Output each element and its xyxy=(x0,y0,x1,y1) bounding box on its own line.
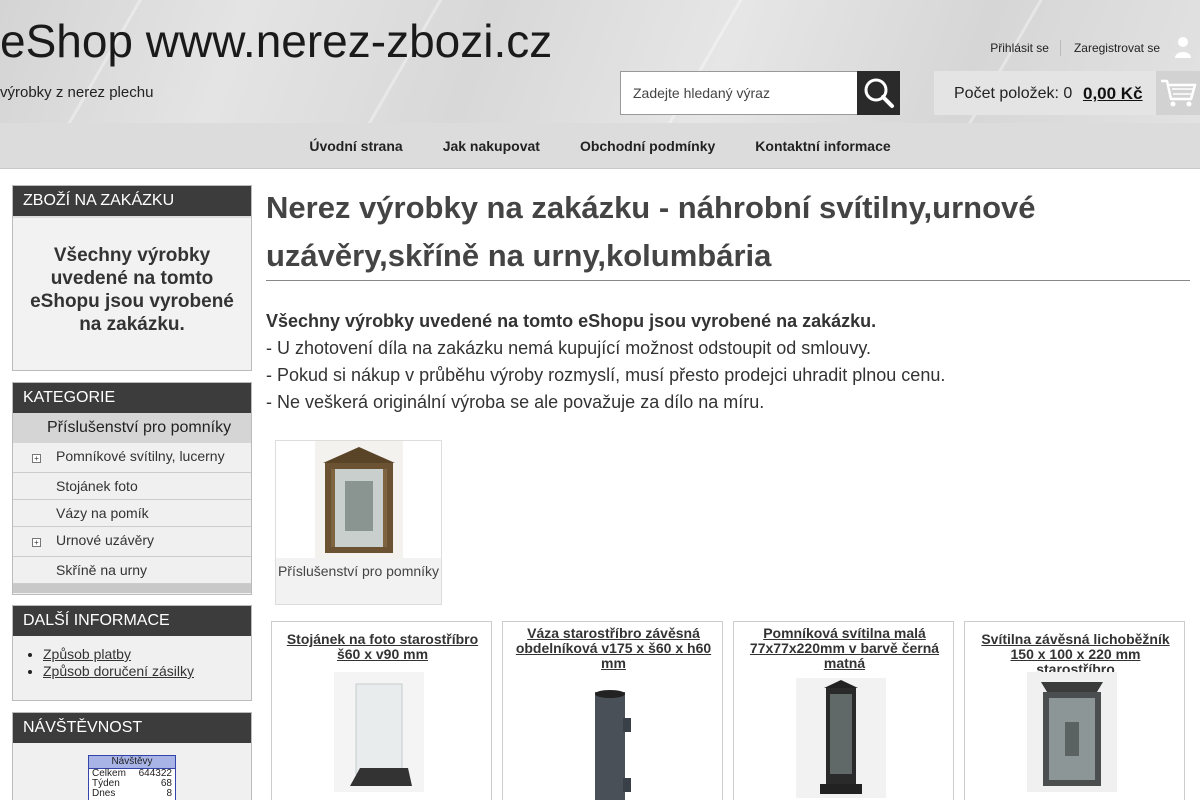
product-title[interactable]: Stojánek na foto starostříbro š60 x v90 … xyxy=(280,632,485,662)
product-image[interactable] xyxy=(796,678,886,798)
expand-plus-icon[interactable]: + xyxy=(32,538,41,547)
visits-heading: NÁVŠTĚVNOST xyxy=(13,713,251,743)
black-lantern-image xyxy=(796,678,886,798)
nav-item-home[interactable]: Úvodní strana xyxy=(309,138,402,154)
title-divider xyxy=(266,280,1190,281)
search-button[interactable] xyxy=(857,71,900,115)
nav-item-terms[interactable]: Obchodní podmínky xyxy=(580,138,715,154)
cart-count: Počet položek: 0 xyxy=(954,85,1073,102)
categories-heading: KATEGORIE xyxy=(13,383,251,413)
search-input[interactable]: Zadejte hledaný výraz xyxy=(620,71,858,115)
payment-method-link[interactable]: Způsob platby xyxy=(43,646,131,662)
product-card[interactable]: Stojánek na foto starostříbro š60 x v90 … xyxy=(271,621,492,800)
product-card[interactable]: Svítilna závěsná lichoběžník 150 x 100 x… xyxy=(964,621,1185,800)
visits-panel: NÁVŠTĚVNOST Návštěvy Celkem 644322 Týden… xyxy=(12,712,252,800)
category-item-urn-cabinets[interactable]: Skříně na urny xyxy=(13,557,251,584)
vase-image xyxy=(565,688,655,800)
product-card[interactable]: Váza starostříbro závěsná obdelníková v1… xyxy=(502,621,723,800)
site-header: eShop www.nerez-zbozi.cz výrobky z nerez… xyxy=(0,0,1200,123)
category-label: Skříně na urny xyxy=(56,562,148,578)
product-image[interactable] xyxy=(334,672,424,792)
counter-value: 8 xyxy=(166,788,172,799)
product-image[interactable] xyxy=(565,688,655,800)
category-label: Pomníkové svítilny, lucerny xyxy=(56,448,225,464)
subcategory-image[interactable] xyxy=(276,441,441,558)
site-subtitle: výrobky z nerez plechu xyxy=(0,84,154,101)
lantern-image xyxy=(314,441,403,558)
auth-divider xyxy=(1059,40,1061,56)
info-panel: DALŠÍ INFORMACE Způsob platby Způsob dor… xyxy=(12,605,252,701)
info-heading: DALŠÍ INFORMACE xyxy=(13,606,251,636)
custom-order-heading: ZBOŽÍ NA ZAKÁZKU xyxy=(13,186,251,216)
category-item-photo-stand[interactable]: Stojánek foto xyxy=(13,473,251,500)
custom-order-panel: ZBOŽÍ NA ZAKÁZKU Všechny výrobky uvedené… xyxy=(12,185,252,371)
delivery-method-link[interactable]: Způsob doručení zásilky xyxy=(43,663,194,679)
category-item-vases[interactable]: Vázy na pomík xyxy=(13,500,251,527)
intro-line: - Pokud si nákup v průběhu výroby rozmys… xyxy=(266,365,946,385)
login-link[interactable]: Přihlásit se xyxy=(990,41,1049,55)
product-title[interactable]: Váza starostříbro závěsná obdelníková v1… xyxy=(511,626,716,671)
product-title[interactable]: Pomníková svítilna malá 77x77x220mm v ba… xyxy=(742,626,947,671)
category-label: Stojánek foto xyxy=(56,478,138,494)
nav-item-how-to-buy[interactable]: Jak nakupovat xyxy=(443,138,540,154)
cart-icon-button[interactable] xyxy=(1156,71,1200,115)
page-title: Nerez výrobky na zakázku - náhrobní svít… xyxy=(266,190,1036,273)
category-item-urn-closures[interactable]: + Urnové uzávěry xyxy=(13,527,251,557)
intro-bold: Všechny výrobky uvedené na tomto eShopu … xyxy=(266,311,877,331)
auth-links: Přihlásit se Zaregistrovat se xyxy=(990,40,1160,56)
cart-price[interactable]: 0,00 Kč xyxy=(1083,84,1143,104)
site-title[interactable]: eShop www.nerez-zbozi.cz xyxy=(0,14,552,68)
intro-line: - Ne veškerá originální výroba se ale po… xyxy=(266,392,765,412)
user-icon[interactable] xyxy=(1174,36,1192,58)
counter-label: Dnes xyxy=(92,788,116,799)
intro-text: Všechny výrobky uvedené na tomto eShopu … xyxy=(266,308,945,416)
subcategory-card[interactable]: Příslušenství pro pomníky xyxy=(275,440,442,605)
photo-stand-image xyxy=(334,672,424,792)
category-footer xyxy=(13,584,251,593)
category-parent[interactable]: Příslušenství pro pomníky xyxy=(13,413,251,443)
counter-row: Dnes 8 xyxy=(89,789,175,799)
cart-summary[interactable]: Počet položek: 0 0,00 Kč xyxy=(934,71,1200,115)
search-icon xyxy=(864,78,894,108)
product-image[interactable] xyxy=(1027,672,1117,792)
category-label: Urnové uzávěry xyxy=(56,532,155,548)
hanging-lantern-image xyxy=(1027,672,1117,792)
categories-panel: KATEGORIE Příslušenství pro pomníky + Po… xyxy=(12,382,252,595)
subcategory-label[interactable]: Příslušenství pro pomníky xyxy=(276,562,441,580)
main-nav: Úvodní strana Jak nakupovat Obchodní pod… xyxy=(0,123,1200,169)
category-label: Vázy na pomík xyxy=(56,505,149,521)
intro-line: - U zhotovení díla na zakázku nemá kupuj… xyxy=(266,338,871,358)
list-item: Způsob doručení zásilky xyxy=(43,663,241,679)
visit-counter[interactable]: Návštěvy Celkem 644322 Týden 68 Dnes 8 xyxy=(88,755,176,800)
info-links: Způsob platby Způsob doručení zásilky xyxy=(13,636,251,679)
register-link[interactable]: Zaregistrovat se xyxy=(1074,41,1160,55)
list-item: Způsob platby xyxy=(43,646,241,662)
shopping-cart-icon xyxy=(1161,79,1197,107)
expand-plus-icon[interactable]: + xyxy=(32,454,41,463)
nav-item-contact[interactable]: Kontaktní informace xyxy=(755,138,890,154)
category-item-lanterns[interactable]: + Pomníkové svítilny, lucerny xyxy=(13,443,251,473)
product-card[interactable]: Pomníková svítilna malá 77x77x220mm v ba… xyxy=(733,621,954,800)
product-title[interactable]: Svítilna závěsná lichoběžník 150 x 100 x… xyxy=(973,632,1178,677)
custom-order-text: Všechny výrobky uvedené na tomto eShopu … xyxy=(13,216,251,370)
